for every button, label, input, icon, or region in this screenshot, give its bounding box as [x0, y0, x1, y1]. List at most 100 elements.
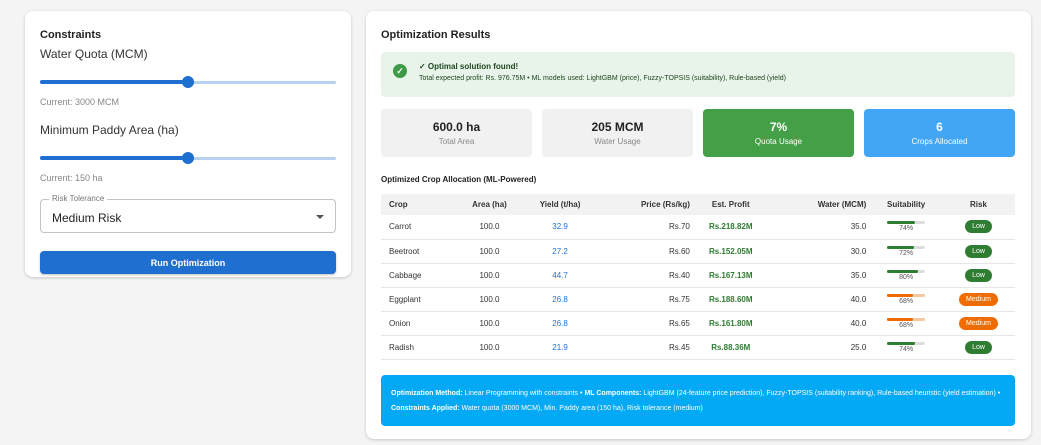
risk-cell: Low [941, 335, 1015, 360]
stat-value: 7% [769, 120, 788, 134]
alert-title: ✓ Optimal solution found! [419, 62, 519, 71]
allocation-table-title: Optimized Crop Allocation (ML-Powered) [381, 175, 537, 184]
slider-track [40, 156, 188, 160]
suitability-percent: 80% [899, 273, 914, 281]
slider-thumb[interactable] [182, 76, 194, 88]
suitability-bar-fill [887, 221, 916, 225]
profit-cell: Rs.88.36M [689, 335, 772, 360]
profit-cell: Rs.167.13M [689, 263, 772, 288]
water-cell: 25.0 [771, 335, 871, 360]
risk-tolerance-legend: Risk Tolerance [49, 194, 108, 203]
suitability-percent: 74% [899, 345, 914, 353]
method-label: Optimization Method: [391, 390, 463, 397]
water-cell: 35.0 [771, 215, 871, 240]
suitability-bar-fill [887, 293, 913, 297]
table-row: Onion 100.0 26.8 Rs.65 Rs.161.80M 40.0 68% Medi… [381, 311, 1015, 336]
slider-track [40, 80, 188, 84]
suitability-bar-fill [887, 341, 916, 345]
yield-cell: 44.7 [522, 263, 599, 288]
price-cell: Rs.40 [598, 263, 690, 288]
crop-cell: Carrot [381, 215, 457, 240]
risk-chip: Low [965, 340, 992, 354]
yield-cell: 27.2 [522, 239, 599, 264]
water-cell: 40.0 [771, 311, 871, 336]
stat-total-area: 600.0 ha Total Area [381, 109, 532, 157]
column-header: Water (MCM) [817, 200, 867, 209]
column-header: Est. Profit [711, 200, 750, 209]
yield-cell: 21.9 [522, 335, 599, 360]
suitability-bar [887, 269, 926, 273]
suitability-cell: 80% [870, 263, 942, 288]
slider-thumb[interactable] [182, 152, 194, 164]
profit-cell: Rs.218.82M [689, 215, 772, 240]
suitability-percent: 68% [899, 321, 914, 329]
constraints-text: Water quota (3000 MCM), Min. Paddy area … [459, 405, 703, 412]
suitability-bar [887, 221, 926, 225]
stat-label: Water Usage [594, 137, 641, 146]
table-row: Cabbage 100.0 44.7 Rs.40 Rs.167.13M 35.0 80% Lo… [381, 263, 1015, 288]
suitability-percent: 68% [899, 297, 914, 305]
price-cell: Rs.65 [598, 311, 690, 336]
success-alert: ✓ ✓ Optimal solution found! Total expect… [381, 52, 1015, 97]
paddy-area-current: Current: 150 ha [40, 173, 103, 183]
risk-cell: Low [941, 263, 1015, 288]
risk-cell: Medium [941, 311, 1015, 336]
profit-cell: Rs.188.60M [689, 287, 772, 312]
yield-cell: 26.8 [522, 311, 599, 336]
table-header-row: Crop Area (ha) Yield (t/ha) Price (Rs/kg… [381, 194, 1015, 215]
table-row: Beetroot 100.0 27.2 Rs.60 Rs.152.05M 30.0 72% L… [381, 239, 1015, 264]
ml-text: LightGBM (24-feature price prediction), … [641, 390, 1001, 397]
column-header: Price (Rs/kg) [640, 200, 690, 209]
stat-label: Crops Allocated [911, 137, 968, 146]
suitability-bar-fill [887, 317, 913, 321]
area-cell: 100.0 [456, 263, 522, 288]
suitability-percent: 72% [899, 249, 914, 257]
paddy-area-slider[interactable] [40, 151, 336, 165]
stat-label: Total Area [438, 137, 475, 146]
stat-value: 600.0 ha [432, 120, 481, 134]
suitability-cell: 68% [870, 311, 942, 336]
profit-cell: Rs.161.80M [689, 311, 772, 336]
table-row: Carrot 100.0 32.9 Rs.70 Rs.218.82M 35.0 74% Low [381, 215, 1015, 240]
column-header: Yield (t/ha) [539, 200, 581, 209]
water-cell: 40.0 [771, 287, 871, 312]
price-cell: Rs.75 [598, 287, 690, 312]
area-cell: 100.0 [456, 287, 522, 312]
stat-value: 6 [936, 120, 943, 134]
table-row: Eggplant 100.0 26.8 Rs.75 Rs.188.60M 40.0 68% M… [381, 287, 1015, 312]
stat-crops-allocated: 6 Crops Allocated [864, 109, 1015, 157]
table-body: Carrot 100.0 32.9 Rs.70 Rs.218.82M 35.0 74% Low… [381, 215, 1015, 360]
crop-cell: Eggplant [381, 287, 457, 312]
suitability-bar-fill [887, 269, 918, 273]
constraints-label: Constraints Applied: [391, 405, 460, 412]
suitability-cell: 68% [870, 287, 942, 312]
risk-cell: Low [941, 239, 1015, 264]
risk-tolerance-select[interactable]: Risk Tolerance Medium Risk [40, 194, 336, 233]
price-cell: Rs.45 [598, 335, 690, 360]
water-quota-label: Water Quota (MCM) [40, 47, 148, 61]
results-panel: Optimization Results ✓ ✓ Optimal solutio… [366, 11, 1031, 439]
suitability-cell: 74% [870, 335, 942, 360]
check-circle-icon: ✓ [393, 64, 407, 78]
crop-cell: Radish [381, 335, 457, 360]
stat-quota-usage: 7% Quota Usage [703, 109, 854, 157]
risk-cell: Medium [941, 287, 1015, 312]
suitability-cell: 74% [870, 215, 942, 240]
water-quota-slider[interactable] [40, 75, 336, 89]
results-title: Optimization Results [381, 29, 491, 41]
risk-chip: Medium [959, 292, 998, 306]
constraints-title: Constraints [40, 29, 102, 41]
run-optimization-button[interactable]: Run Optimization [40, 251, 336, 274]
crop-allocation-table: Crop Area (ha) Yield (t/ha) Price (Rs/kg… [381, 194, 1015, 360]
price-cell: Rs.60 [598, 239, 690, 264]
risk-tolerance-value: Medium Risk [52, 211, 122, 225]
table-row: Radish 100.0 21.9 Rs.45 Rs.88.36M 25.0 74% Low [381, 335, 1015, 360]
paddy-area-label: Minimum Paddy Area (ha) [40, 123, 179, 137]
yield-cell: 32.9 [522, 215, 599, 240]
water-quota-current: Current: 3000 MCM [40, 97, 120, 107]
water-cell: 35.0 [771, 263, 871, 288]
summary-stats: 600.0 ha Total Area 205 MCM Water Usage … [381, 109, 1015, 157]
column-header: Crop [389, 200, 408, 209]
area-cell: 100.0 [456, 215, 522, 240]
risk-chip: Low [965, 268, 992, 282]
